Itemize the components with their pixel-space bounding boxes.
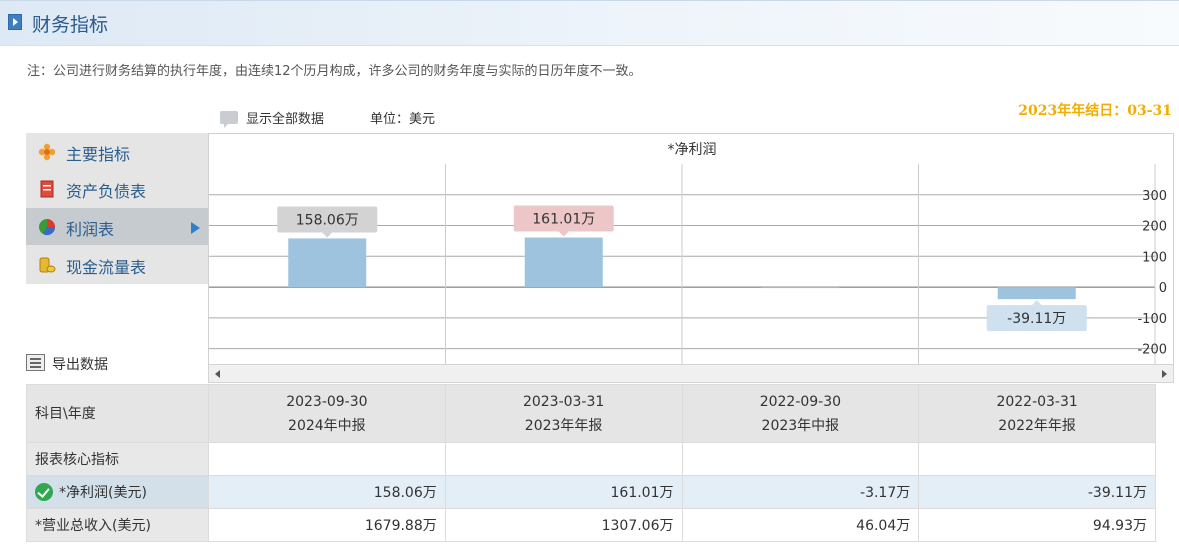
active-arrow-icon [191, 222, 200, 234]
bar [524, 237, 603, 288]
scroll-right-icon[interactable] [1162, 370, 1167, 378]
column-date: 2023-03-31 [522, 393, 605, 410]
row-label[interactable]: *净利润(美元) [26, 475, 209, 509]
y-tick-label: 200 [1142, 220, 1167, 235]
export-icon [26, 354, 45, 371]
y-tick-label: 300 [1142, 189, 1167, 204]
column-report: 2022年年报 [998, 417, 1076, 434]
data-label: -39.11万 [1007, 311, 1066, 327]
sidebar-item-label: 利润表 [66, 220, 115, 239]
bar [761, 287, 840, 289]
sidebar-item-label: 资产负债表 [66, 182, 147, 201]
section-header: 财务指标 [0, 0, 1179, 46]
table-cell: 46.04万 [681, 508, 920, 542]
table-section-row: 报表核心指标 [26, 442, 1156, 476]
table-row[interactable]: *营业总收入(美元) 1679.88万 1307.06万 46.04万 94.9… [26, 508, 1156, 542]
fiscal-year-note: 注：公司进行财务结算的执行年度，由连续12个历月构成，许多公司的财务年度与实际的… [27, 64, 642, 79]
column-date: 2023-09-30 [286, 393, 368, 410]
table-cell: -39.11万 [918, 475, 1156, 509]
row-label[interactable]: *营业总收入(美元) [26, 508, 209, 542]
statement-sidebar: 主要指标 资产负债表 利润表 现金流量表 [26, 133, 208, 284]
table-cell: 94.93万 [918, 508, 1156, 542]
section-title: 财务指标 [32, 14, 109, 36]
data-label-pointer [1031, 300, 1042, 306]
flower-icon [38, 143, 56, 161]
year-end-date: 2023年年结日：03-31 [1018, 103, 1172, 119]
scroll-left-icon[interactable] [215, 370, 220, 378]
chart-canvas: 158.06万 161.01万 -39.11万 300 200 100 0 -100 -200… [209, 142, 1167, 364]
bar [997, 287, 1076, 300]
column-header[interactable]: 2022-03-31 2022年年报 [918, 384, 1156, 443]
data-label-pointer [322, 232, 333, 238]
document-icon [40, 180, 54, 198]
net-profit-chart: 158.06万 161.01万 -39.11万 300 200 100 0 -100 -200… [208, 133, 1174, 383]
sidebar-item-cash-flow[interactable]: 现金流量表 [26, 246, 208, 283]
table-cell: 1679.88万 [208, 508, 446, 542]
column-date: 2022-09-30 [759, 393, 842, 410]
column-header[interactable]: 2022-09-30 2023年中报 [681, 384, 920, 443]
arrow-icon [8, 14, 22, 30]
show-all-data-toggle[interactable]: 显示全部数据 [246, 108, 324, 127]
sidebar-item-label: 主要指标 [66, 145, 131, 164]
table-cell: 1307.06万 [444, 508, 683, 542]
data-label: 161.01万 [532, 212, 595, 228]
speech-bubble-icon[interactable] [220, 111, 238, 128]
bar [288, 238, 367, 288]
column-header[interactable]: 2023-09-30 2024年中报 [208, 384, 446, 443]
financial-table: 科目\年度 2023-09-30 2024年中报 2023-03-31 2023年年… [26, 384, 1156, 542]
y-tick-label: 0 [1159, 281, 1167, 296]
table-cell: 158.06万 [208, 475, 446, 509]
column-header[interactable]: 2023-03-31 2023年年报 [444, 384, 683, 443]
coins-icon [39, 257, 56, 273]
y-tick-label: 100 [1142, 250, 1167, 265]
table-header-row: 科目\年度 2023-09-30 2024年中报 2023-03-31 2023年年… [26, 384, 1156, 443]
export-label: 导出数据 [52, 357, 108, 373]
table-row[interactable]: *净利润(美元) 158.06万 161.01万 -3.17万 -39.11万 [26, 475, 1156, 509]
column-report: 2024年中报 [288, 417, 366, 434]
table-cell: -3.17万 [681, 475, 920, 509]
pie-chart-icon [39, 219, 56, 236]
row-label-text: *净利润(美元) [59, 485, 147, 501]
data-label: 158.06万 [296, 212, 359, 228]
data-label-pointer [558, 231, 569, 237]
chart-scrollbar[interactable] [208, 364, 1174, 383]
sidebar-item-balance-sheet[interactable]: 资产负债表 [26, 170, 208, 207]
checkmark-icon [35, 483, 53, 501]
column-report: 2023年中报 [761, 417, 840, 434]
y-tick-label: -200 [1137, 343, 1167, 358]
column-report: 2023年年报 [524, 417, 603, 434]
chart-title: *净利润 [668, 142, 717, 158]
column-date: 2022-03-31 [996, 393, 1078, 410]
y-tick-label: -100 [1137, 312, 1167, 327]
table-cell: 161.01万 [444, 475, 683, 509]
sidebar-item-income-statement[interactable]: 利润表 [26, 208, 208, 245]
sidebar-item-main-indicators[interactable]: 主要指标 [26, 133, 208, 170]
section-label: 报表核心指标 [26, 442, 209, 476]
header-label: 科目\年度 [26, 384, 209, 443]
sidebar-item-label: 现金流量表 [66, 258, 147, 277]
unit-label: 单位：美元 [370, 112, 436, 127]
